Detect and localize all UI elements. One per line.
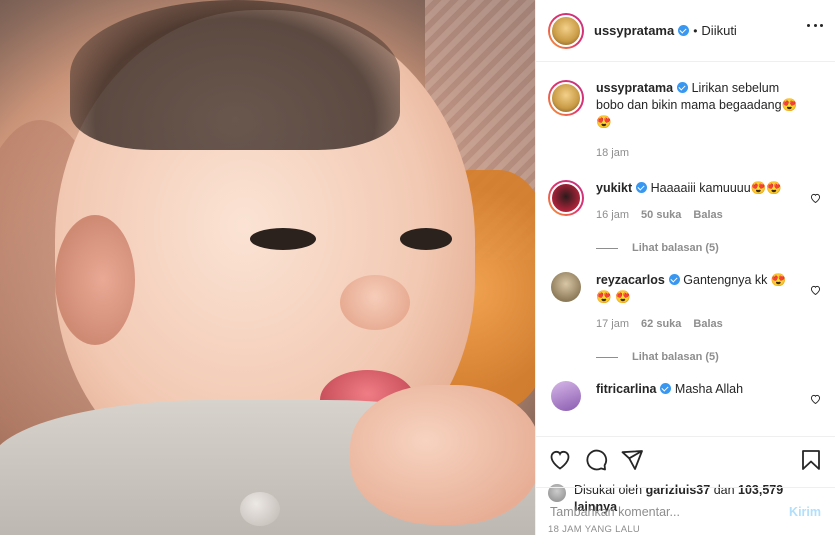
caption-avatar[interactable]: [548, 80, 584, 116]
comment-text: Masha Allah: [674, 382, 744, 396]
comment-item: reyzacarlos Gantengnya kk 😍😍 😍 17 jam 62…: [548, 272, 823, 333]
more-options-icon[interactable]: [807, 24, 823, 30]
comment-avatar[interactable]: [548, 180, 584, 216]
comment-reply-button[interactable]: Balas: [693, 207, 722, 224]
verified-badge-icon: [677, 82, 689, 93]
post-header: ussypratama • Diikuti: [536, 0, 835, 62]
author-username[interactable]: ussypratama: [594, 23, 674, 38]
comment-likes[interactable]: 62 suka: [641, 316, 681, 333]
header-separator: •: [693, 23, 698, 38]
caption: ussypratama Lirikan sebelum bobo dan bik…: [548, 80, 823, 162]
post-photo[interactable]: [0, 0, 535, 535]
comment-item: fitricarlina Masha Allah: [548, 381, 823, 411]
comment-username[interactable]: reyzacarlos: [596, 273, 665, 287]
instagram-post: ussypratama • Diikuti ussypratama Lirika…: [0, 0, 835, 535]
comment-time: 17 jam: [596, 318, 630, 330]
comment-avatar[interactable]: [551, 381, 581, 411]
caption-username[interactable]: ussypratama: [596, 81, 673, 95]
view-replies-button[interactable]: Lihat balasan (5): [596, 242, 823, 254]
verified-badge-icon: [678, 25, 690, 36]
share-icon[interactable]: [620, 448, 644, 472]
verified-badge-icon: [668, 274, 680, 285]
caption-time: 18 jam: [596, 147, 630, 159]
comment-avatar[interactable]: [551, 272, 581, 302]
comment-username[interactable]: yukikt: [596, 181, 632, 195]
action-bar: [536, 436, 835, 482]
follow-status-button[interactable]: Diikuti: [701, 23, 736, 38]
heart-icon[interactable]: [810, 192, 821, 204]
view-replies-button[interactable]: Lihat balasan (5): [596, 351, 823, 363]
bookmark-icon[interactable]: [799, 448, 823, 472]
comment-time: 16 jam: [596, 209, 630, 221]
heart-icon[interactable]: [810, 284, 821, 296]
comments-list[interactable]: ussypratama Lirikan sebelum bobo dan bik…: [536, 62, 835, 436]
add-comment-bar: Kirim: [536, 487, 835, 535]
comment-username[interactable]: fitricarlina: [596, 382, 656, 396]
comment-input[interactable]: [550, 504, 790, 519]
heart-icon[interactable]: [810, 393, 821, 405]
comment-icon[interactable]: [584, 448, 608, 472]
verified-badge-icon: [660, 383, 672, 394]
post-comment-button[interactable]: Kirim: [789, 505, 821, 519]
author-avatar[interactable]: [548, 12, 584, 49]
comment-text: Haaaaiii kamuuuu😍😍: [650, 181, 782, 195]
post-side-panel: ussypratama • Diikuti ussypratama Lirika…: [535, 0, 835, 535]
verified-badge-icon: [636, 182, 648, 193]
comment-reply-button[interactable]: Balas: [693, 316, 722, 333]
comment-item: yukikt Haaaaiii kamuuuu😍😍 16 jam 50 suka…: [548, 180, 823, 224]
comment-likes[interactable]: 50 suka: [641, 207, 681, 224]
like-heart-icon[interactable]: [548, 448, 572, 472]
